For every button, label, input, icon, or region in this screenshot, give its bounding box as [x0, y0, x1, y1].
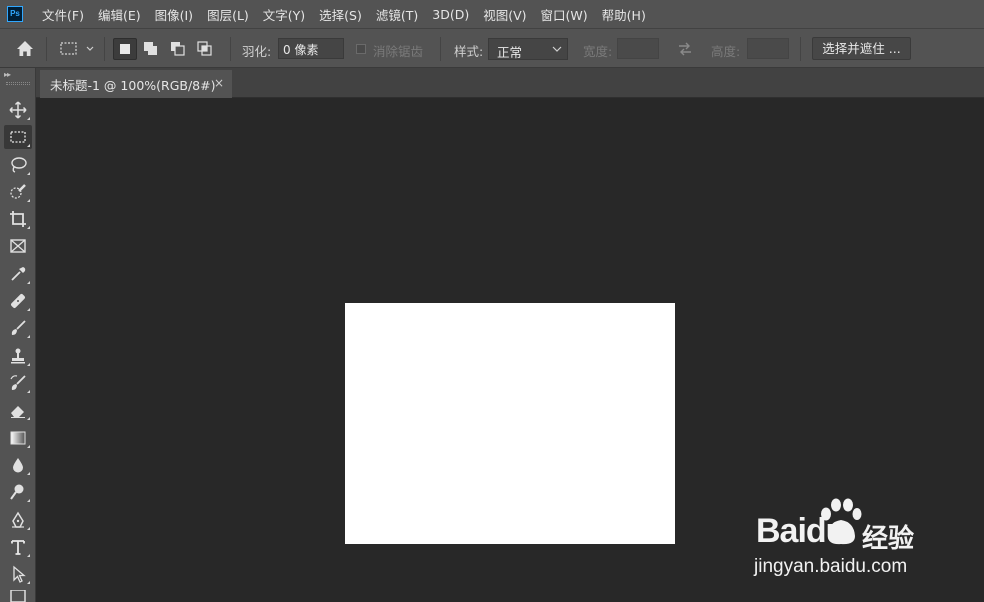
menu-layer[interactable]: 图层(L): [200, 5, 256, 24]
dodge-icon: [10, 484, 24, 500]
move-tool[interactable]: [4, 98, 32, 122]
divider: [800, 37, 801, 61]
menu-filter[interactable]: 滤镜(T): [369, 5, 425, 24]
document-tab-strip: 未标题-1 @ 100%(RGB/8#) ×: [36, 68, 984, 98]
subtract-from-selection-mode-button[interactable]: [167, 38, 191, 60]
menu-view[interactable]: 视图(V): [476, 5, 533, 24]
droplet-icon: [13, 458, 23, 473]
stamp-icon: [11, 348, 25, 364]
document-canvas[interactable]: [345, 303, 675, 544]
gradient-icon: [10, 431, 26, 445]
antialias-label: 消除锯齿: [373, 44, 424, 59]
quick-selection-tool[interactable]: [4, 180, 32, 204]
style-select-value: 正常: [497, 45, 523, 60]
eraser-icon: [11, 406, 25, 418]
menu-window[interactable]: 窗口(W): [534, 5, 595, 24]
style-select[interactable]: 正常: [488, 38, 568, 60]
style-label: 样式:: [454, 44, 484, 59]
panel-grip[interactable]: [6, 82, 30, 85]
healing-brush-tool[interactable]: [4, 289, 32, 313]
panel-collapse-icon[interactable]: ▸▸: [4, 70, 11, 79]
photoshop-logo[interactable]: Ps: [7, 6, 23, 22]
clone-stamp-tool[interactable]: [4, 344, 32, 368]
new-selection-mode-button[interactable]: [113, 38, 137, 60]
rectangle-tool[interactable]: [4, 590, 32, 602]
width-label: 宽度:: [583, 44, 613, 59]
menu-bar: Ps 文件(F) 编辑(E) 图像(I) 图层(L) 文字(Y) 选择(S) 滤…: [0, 0, 984, 28]
crop-tool[interactable]: [4, 207, 32, 231]
dodge-tool[interactable]: [4, 480, 32, 504]
document-tab-title: 未标题-1 @ 100%(RGB/8#): [50, 77, 216, 93]
eyedropper-tool[interactable]: [4, 262, 32, 286]
history-brush-tool[interactable]: [4, 371, 32, 395]
menu-3d[interactable]: 3D(D): [425, 7, 476, 22]
lasso-tool[interactable]: [4, 153, 32, 177]
document-tab[interactable]: 未标题-1 @ 100%(RGB/8#) ×: [40, 70, 232, 98]
options-bar: 羽化: 0 像素 消除锯齿 样式: 正常 宽度: 高度: 选择并遮住 ...: [0, 28, 984, 68]
blur-tool[interactable]: [4, 453, 32, 477]
antialias-checkbox[interactable]: [356, 44, 366, 54]
frame-tool[interactable]: [4, 234, 32, 258]
height-input[interactable]: [747, 38, 789, 59]
pen-icon: [12, 511, 24, 528]
arrow-pointer-icon: [13, 565, 26, 583]
eyedropper-icon: [11, 267, 26, 281]
type-icon: [11, 540, 25, 555]
menu-image[interactable]: 图像(I): [148, 5, 200, 24]
menu-help[interactable]: 帮助(H): [595, 5, 653, 24]
menu-type[interactable]: 文字(Y): [256, 5, 312, 24]
add-to-selection-mode-button[interactable]: [140, 38, 164, 60]
watermark-url: jingyan.baidu.com: [754, 556, 908, 577]
close-icon[interactable]: ×: [214, 76, 224, 90]
brush-icon: [11, 320, 26, 335]
marquee-icon: [10, 131, 26, 143]
gradient-tool[interactable]: [4, 426, 32, 450]
move-icon: [9, 101, 27, 119]
divider: [46, 37, 47, 61]
tools-panel: ▸▸: [0, 68, 36, 602]
frame-icon: [10, 239, 26, 253]
pen-tool[interactable]: [4, 508, 32, 532]
select-and-mask-button[interactable]: 选择并遮住 ...: [812, 37, 911, 60]
watermark-brand: Baidu: [756, 512, 846, 550]
intersect-selection-mode-button[interactable]: [194, 38, 218, 60]
baidu-jingyan-watermark: Baidu 经验 jingyan.baidu.com: [752, 498, 942, 582]
bandage-icon: [11, 294, 25, 308]
brush-tool[interactable]: [4, 316, 32, 340]
quick-selection-icon: [10, 184, 26, 199]
feather-label: 羽化:: [242, 44, 272, 59]
watermark-cn: 经验: [862, 524, 915, 554]
lasso-icon: [11, 157, 27, 173]
tool-preset-picker[interactable]: [58, 40, 98, 58]
type-tool[interactable]: [4, 535, 32, 559]
divider: [230, 37, 231, 61]
menu-select[interactable]: 选择(S): [312, 5, 369, 24]
rectangle-icon: [10, 590, 26, 602]
divider: [104, 37, 105, 61]
swap-width-height-icon[interactable]: [676, 40, 694, 58]
history-brush-icon: [10, 375, 26, 390]
rectangular-marquee-tool[interactable]: [4, 125, 32, 149]
menu-file[interactable]: 文件(F): [35, 5, 91, 24]
divider: [440, 37, 441, 61]
path-selection-tool[interactable]: [4, 562, 32, 586]
chevron-down-icon: [552, 46, 562, 52]
menu-edit[interactable]: 编辑(E): [91, 5, 148, 24]
height-label: 高度:: [711, 44, 741, 59]
eraser-tool[interactable]: [4, 398, 32, 422]
feather-input[interactable]: 0 像素: [278, 38, 344, 59]
crop-icon: [10, 211, 26, 227]
home-icon[interactable]: [14, 38, 36, 60]
width-input[interactable]: [617, 38, 659, 59]
